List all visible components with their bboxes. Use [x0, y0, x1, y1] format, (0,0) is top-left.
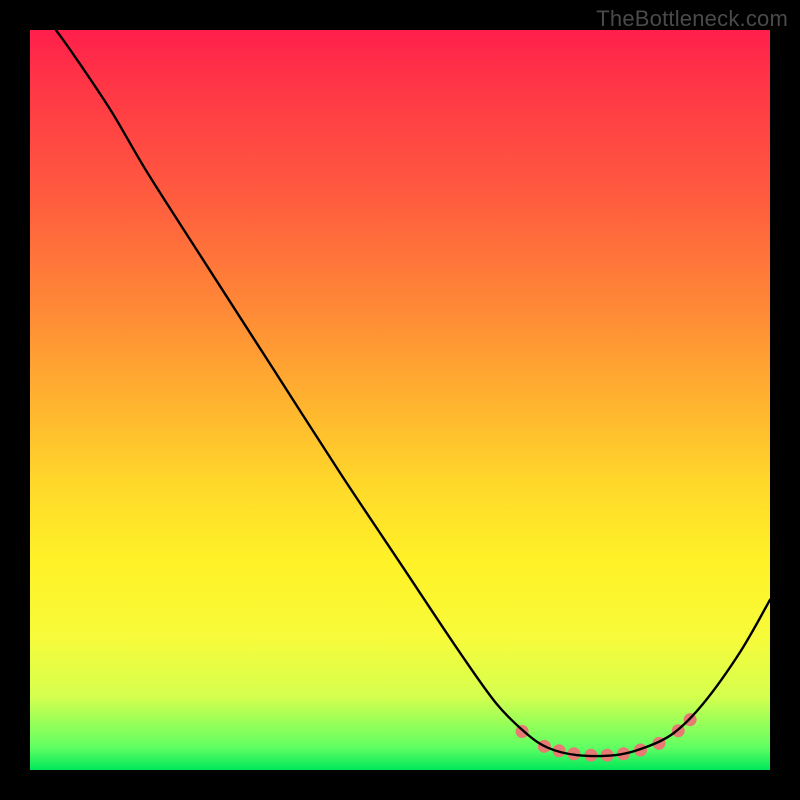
curve-line	[56, 30, 770, 756]
curve-svg	[30, 30, 770, 770]
markers-group	[516, 713, 697, 762]
plot-area	[30, 30, 770, 770]
chart-frame: TheBottleneck.com	[0, 0, 800, 800]
watermark-text: TheBottleneck.com	[596, 6, 788, 32]
